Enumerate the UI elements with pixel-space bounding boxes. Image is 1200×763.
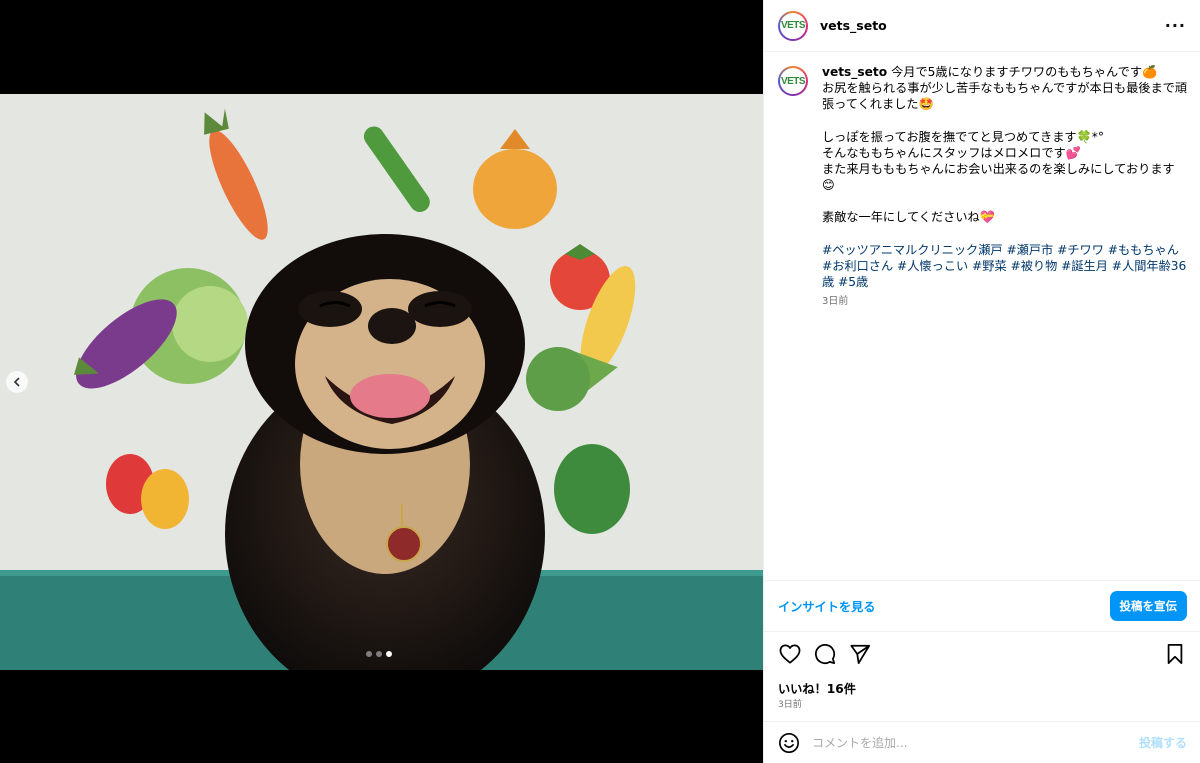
comment-input[interactable] bbox=[812, 735, 1139, 750]
like-button[interactable] bbox=[778, 642, 802, 666]
promote-post-button[interactable]: 投稿を宣伝 bbox=[1109, 591, 1187, 621]
caption-blank bbox=[822, 226, 1187, 242]
caption-line: また来月もももちゃんにお会い出来るのを楽しみにしております😊 bbox=[822, 162, 1175, 193]
caption-line: しっぽを振ってお腹を撫でてと見つめてきます🍀*° bbox=[822, 129, 1104, 144]
post-photo[interactable] bbox=[0, 94, 763, 670]
comment-bar: 投稿する bbox=[764, 721, 1200, 763]
caption-username[interactable]: vets_seto bbox=[822, 65, 887, 79]
likes-count[interactable]: いいね！16件 bbox=[778, 679, 856, 697]
carousel-dot bbox=[376, 651, 382, 657]
username-link[interactable]: vets_seto bbox=[820, 18, 887, 33]
carousel-indicator bbox=[366, 651, 392, 657]
caption-line: 今月で5歳になりますチワワのももちゃんです🍊 bbox=[891, 65, 1158, 79]
post-viewer: VETS vets_seto ··· VETS vets_seto 今月で5歳にな… bbox=[0, 0, 1200, 763]
post-comment-button[interactable]: 投稿する bbox=[1139, 734, 1187, 751]
avatar-logo: VETS bbox=[780, 20, 806, 31]
caption-blank bbox=[822, 193, 1187, 209]
caption-blank bbox=[822, 113, 1187, 129]
post-details-panel: VETS vets_seto ··· VETS vets_seto 今月で5歳にな… bbox=[763, 0, 1200, 763]
share-button[interactable] bbox=[848, 642, 872, 666]
save-button[interactable] bbox=[1163, 642, 1187, 666]
bookmark-icon bbox=[1167, 643, 1183, 665]
insights-bar: インサイトを見る 投稿を宣伝 bbox=[764, 580, 1200, 632]
heart-icon bbox=[779, 644, 801, 664]
chevron-left-icon bbox=[13, 377, 20, 387]
post-media bbox=[0, 0, 763, 763]
view-insights-link[interactable]: インサイトを見る bbox=[778, 597, 876, 615]
send-icon bbox=[850, 644, 871, 665]
emoji-icon[interactable] bbox=[778, 732, 800, 754]
dog-photo-illustration bbox=[0, 94, 763, 670]
comment-button[interactable] bbox=[813, 642, 837, 666]
caption-text: vets_seto 今月で5歳になりますチワワのももちゃんです🍊 お尻を触られる事… bbox=[822, 64, 1187, 579]
carousel-prev-button[interactable] bbox=[6, 371, 28, 393]
avatar-logo: VETS bbox=[780, 75, 806, 87]
action-bar bbox=[764, 638, 1200, 670]
more-horizontal-icon[interactable]: ··· bbox=[1165, 17, 1186, 34]
caption-avatar[interactable]: VETS bbox=[778, 66, 808, 96]
post-timestamp[interactable]: 3日前 bbox=[778, 697, 802, 710]
carousel-dot-active bbox=[386, 651, 392, 657]
caption-line: そんなももちゃんにスタッフはメロメロです💕 bbox=[822, 145, 1081, 160]
avatar[interactable]: VETS bbox=[778, 10, 808, 41]
comment-icon bbox=[815, 644, 836, 665]
caption-line: お尻を触られる事が少し苦手なももちゃんですが本日も最後まで頑張ってくれました🤩 bbox=[822, 81, 1188, 112]
caption-section: VETS vets_seto 今月で5歳になりますチワワのももちゃんです🍊 お尻を… bbox=[764, 64, 1200, 579]
carousel-dot bbox=[366, 651, 372, 657]
post-header: VETS vets_seto ··· bbox=[764, 0, 1200, 52]
caption-time-ago: 3日前 bbox=[822, 296, 849, 308]
caption-line: 素敵な一年にしてくださいね💝 bbox=[822, 210, 995, 225]
caption-hashtags[interactable]: #ベッツアニマルクリニック瀬戸 #瀬戸市 #チワワ #ももちゃん #お利口さん … bbox=[822, 242, 1187, 291]
